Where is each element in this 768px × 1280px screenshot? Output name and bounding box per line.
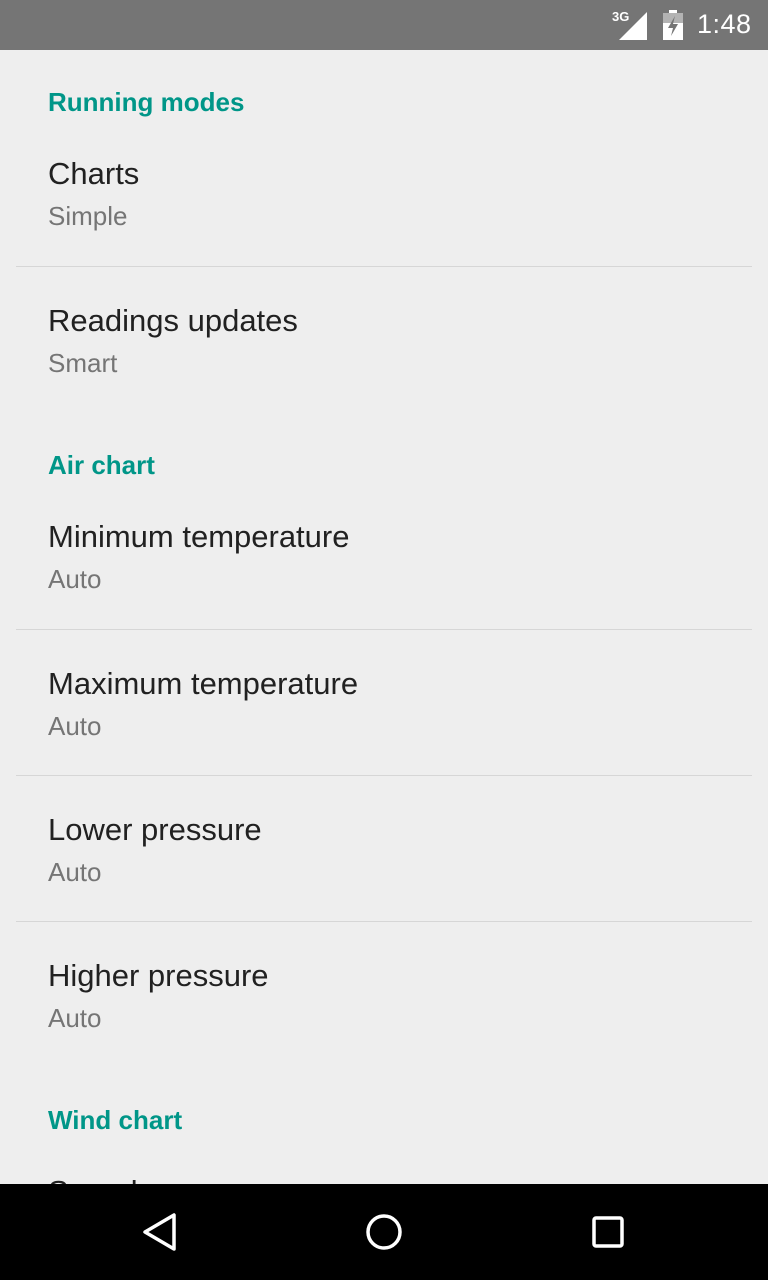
settings-screen: 3G 1:48 Running modes Charts Simple Read… <box>0 0 768 1280</box>
pref-title: Lower pressure <box>48 812 262 847</box>
back-button[interactable] <box>100 1184 220 1280</box>
battery-icon <box>663 10 683 40</box>
pref-item-higher-pressure[interactable]: Higher pressure Auto <box>0 922 768 1068</box>
navigation-bar <box>0 1184 768 1280</box>
pref-title: Readings updates <box>48 303 298 338</box>
signal-icon <box>619 12 647 40</box>
clock: 1:48 <box>697 9 752 39</box>
pref-title: Charts <box>48 156 140 191</box>
back-triangle-icon <box>143 1213 176 1251</box>
pref-summary: Auto <box>48 711 102 741</box>
status-bar: 3G 1:48 <box>0 0 768 50</box>
pref-item-speed[interactable]: Speed <box>0 1155 768 1184</box>
recents-button[interactable] <box>548 1184 668 1280</box>
pref-summary: Simple <box>48 201 128 231</box>
pref-item-minimum-temperature[interactable]: Minimum temperature Auto <box>0 500 768 630</box>
section-header-wind-chart: Wind chart <box>48 1105 183 1135</box>
preferences-list[interactable]: Running modes Charts Simple Readings upd… <box>0 50 768 1184</box>
pref-title: Maximum temperature <box>48 666 359 701</box>
pref-title: Speed <box>48 1174 138 1184</box>
pref-summary: Smart <box>48 348 118 378</box>
section-header-running-modes: Running modes <box>48 87 245 117</box>
home-circle-icon <box>366 1214 402 1250</box>
pref-title: Higher pressure <box>48 958 269 993</box>
pref-item-maximum-temperature[interactable]: Maximum temperature Auto <box>0 630 768 776</box>
pref-item-lower-pressure[interactable]: Lower pressure Auto <box>0 776 768 922</box>
pref-item-readings-updates[interactable]: Readings updates Smart <box>0 267 768 413</box>
pref-summary: Auto <box>48 1003 102 1033</box>
recents-square-icon <box>592 1216 624 1248</box>
pref-title: Minimum temperature <box>48 519 350 554</box>
pref-item-charts[interactable]: Charts Simple <box>0 137 768 267</box>
pref-summary: Auto <box>48 857 102 887</box>
home-button[interactable] <box>324 1184 444 1280</box>
section-header-air-chart: Air chart <box>48 450 155 480</box>
pref-summary: Auto <box>48 564 102 594</box>
